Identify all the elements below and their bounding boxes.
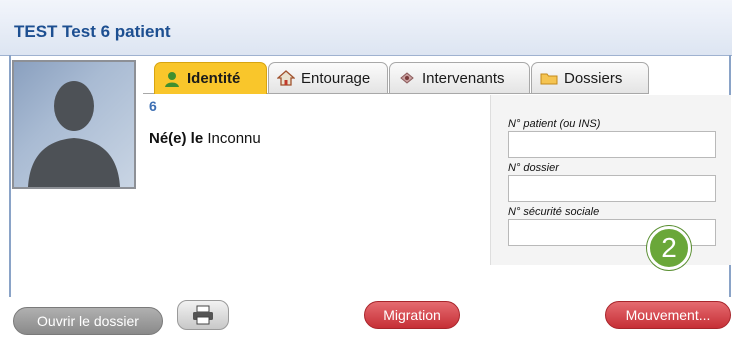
avatar xyxy=(12,60,136,189)
birth-date-label: Né(e) le xyxy=(149,130,204,147)
social-security-label: N° sécurité sociale xyxy=(508,206,600,218)
dossier-number-field[interactable] xyxy=(508,175,716,202)
tab-label: Identité xyxy=(187,70,241,87)
printer-icon xyxy=(193,305,213,325)
patient-number: 6 xyxy=(149,98,157,114)
tab-identite[interactable]: Identité xyxy=(154,62,267,94)
print-button[interactable] xyxy=(177,300,229,330)
tab-entourage[interactable]: Entourage xyxy=(268,62,388,93)
birth-date-line: Né(e) le Inconnu xyxy=(149,130,261,147)
step-badge: 2 xyxy=(647,226,691,270)
tab-dossiers[interactable]: Dossiers xyxy=(531,62,649,93)
mouvement-button[interactable]: Mouvement... xyxy=(605,301,731,329)
tab-label: Intervenants xyxy=(422,69,505,87)
page-title: TEST Test 6 patient xyxy=(14,22,171,41)
patient-id-field[interactable] xyxy=(508,131,716,158)
migration-button[interactable]: Migration xyxy=(364,301,460,329)
panel-left-border xyxy=(9,55,11,297)
user-icon xyxy=(163,70,181,88)
tab-label: Entourage xyxy=(301,69,371,87)
dossier-number-label: N° dossier xyxy=(508,162,559,174)
tab-label: Dossiers xyxy=(564,69,623,87)
pin-icon xyxy=(398,69,416,87)
house-icon xyxy=(276,69,296,87)
open-dossier-button[interactable]: Ouvrir le dossier xyxy=(13,307,163,335)
patient-id-label: N° patient (ou INS) xyxy=(508,118,601,130)
folder-icon xyxy=(540,69,558,87)
person-silhouette-icon xyxy=(28,81,120,187)
tab-intervenants[interactable]: Intervenants xyxy=(389,62,530,93)
birth-date-value: Inconnu xyxy=(207,130,261,147)
patient-header: TEST Test 6 patient xyxy=(0,0,732,56)
